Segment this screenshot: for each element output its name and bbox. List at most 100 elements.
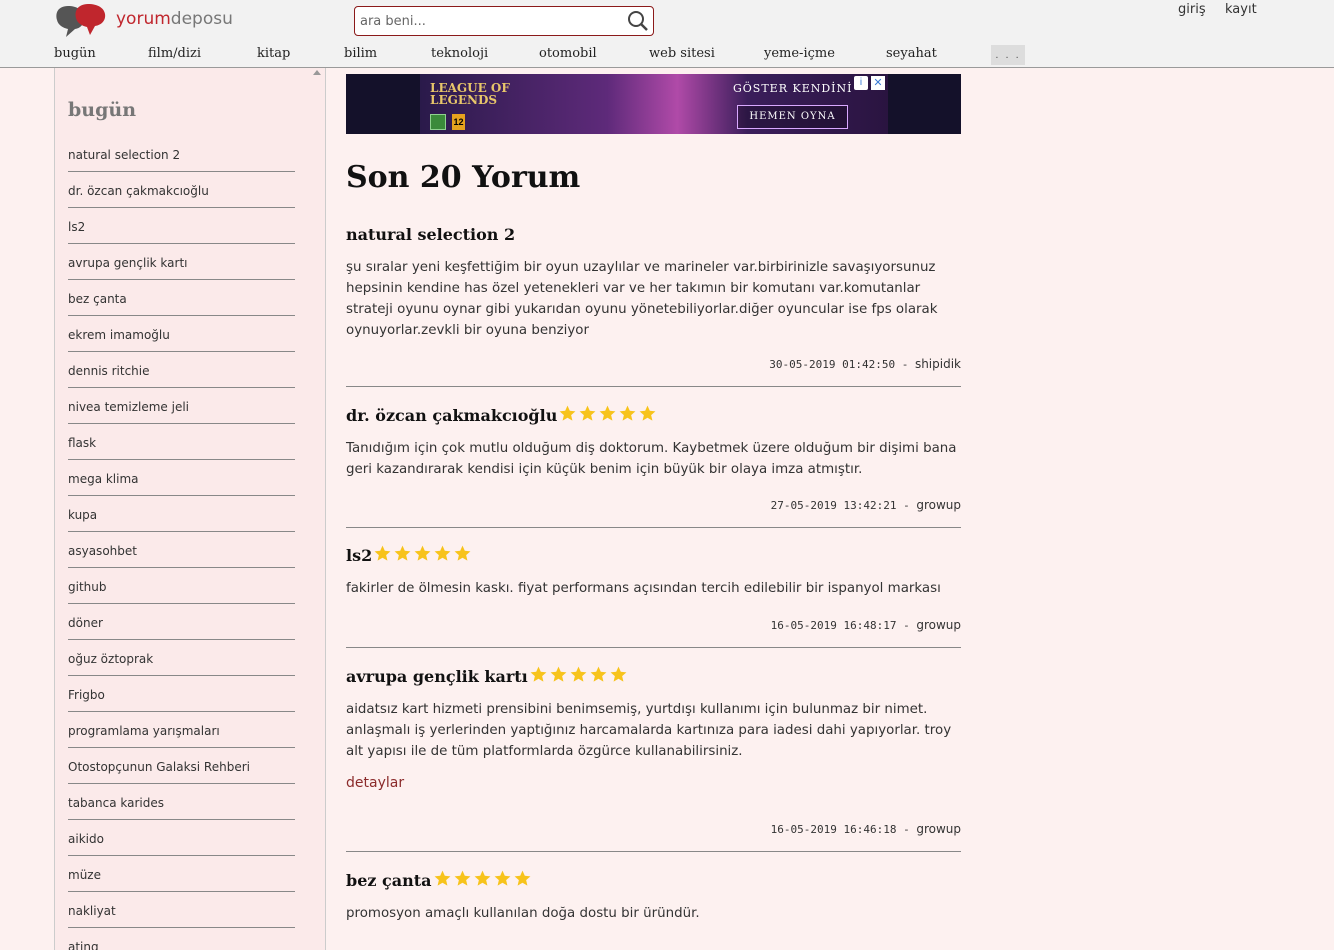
review-user-link[interactable]: growup — [916, 618, 961, 632]
star-icon — [414, 545, 431, 561]
divider — [346, 851, 961, 852]
category-nav: bugün film/dizi kitap bilim teknoloji ot… — [0, 46, 1334, 66]
nav-item-film-dizi[interactable]: film/dizi — [148, 46, 201, 61]
star-icon — [434, 545, 451, 561]
sidebar-item[interactable]: kupa — [68, 496, 295, 532]
sidebar-item[interactable]: döner — [68, 604, 295, 640]
nav-item-bilim[interactable]: bilim — [344, 46, 377, 61]
star-icon — [590, 666, 607, 682]
sidebar-item[interactable]: ating — [68, 928, 295, 950]
star-icon — [639, 405, 656, 421]
review-meta: 30-05-2019 01:42:50 - shipidik — [769, 357, 961, 371]
star-icon — [434, 870, 450, 886]
sidebar-item[interactable]: natural selection 2 — [68, 136, 295, 172]
logo[interactable]: yorumdeposu — [54, 2, 233, 40]
pegi-badge-icon — [430, 114, 446, 130]
star-icon — [474, 870, 490, 886]
search-input[interactable] — [355, 7, 615, 35]
ad-tagline: GÖSTER KENDİNİ — [733, 82, 853, 95]
sidebar-item[interactable]: programlama yarışmaları — [68, 712, 295, 748]
sidebar-item[interactable]: oğuz öztoprak — [68, 640, 295, 676]
review-title[interactable]: dr. özcan çakmakcıoğlu — [346, 403, 961, 425]
star-icon — [454, 870, 470, 886]
page-title: Son 20 Yorum — [346, 160, 581, 195]
sidebar-item[interactable]: bez çanta — [68, 280, 295, 316]
review-item: bez çanta promosyon amaçlı kullanılan do… — [346, 868, 961, 924]
sidebar-item[interactable]: ekrem imamoğlu — [68, 316, 295, 352]
sidebar-item[interactable]: dennis ritchie — [68, 352, 295, 388]
sidebar-item[interactable]: nakliyat — [68, 892, 295, 928]
logo-text: yorumdeposu — [116, 9, 233, 29]
sidebar-item[interactable]: tabanca karides — [68, 784, 295, 820]
sidebar-list: natural selection 2 dr. özcan çakmakcıoğ… — [68, 136, 295, 950]
review-text: şu sıralar yeni keşfettiğim bir oyun uza… — [346, 260, 938, 338]
nav-item-yeme-icme[interactable]: yeme-içme — [764, 46, 835, 61]
details-link[interactable]: detaylar — [346, 775, 961, 791]
star-rating — [373, 544, 473, 563]
review-date: 30-05-2019 01:42:50 — [769, 358, 896, 371]
sidebar-title: bugün — [68, 99, 137, 121]
review-date: 27-05-2019 13:42:21 — [770, 499, 897, 512]
ad-cta-button[interactable]: HEMEN OYNA — [737, 105, 848, 129]
ad-close-icon[interactable]: ✕ — [871, 76, 885, 90]
ad-image[interactable]: LEAGUE OF LEGENDS 12 GÖSTER KENDİNİ HEME… — [420, 74, 888, 134]
review-title[interactable]: bez çanta — [346, 868, 961, 890]
review-user-link[interactable]: shipidik — [915, 357, 961, 371]
sidebar-item[interactable]: github — [68, 568, 295, 604]
ad-banner[interactable]: LEAGUE OF LEGENDS 12 GÖSTER KENDİNİ HEME… — [346, 74, 961, 134]
star-icon — [454, 545, 471, 561]
star-icon — [570, 666, 587, 682]
nav-item-otomobil[interactable]: otomobil — [539, 46, 597, 61]
divider — [346, 527, 961, 528]
review-title[interactable]: natural selection 2 — [346, 222, 961, 244]
star-icon — [494, 870, 510, 886]
star-icon — [610, 666, 627, 682]
star-rating — [529, 665, 629, 684]
sidebar-item[interactable]: Frigbo — [68, 676, 295, 712]
review-user-link[interactable]: growup — [916, 498, 961, 512]
review-item: avrupa gençlik kartı aidatsız kart hizme… — [346, 664, 961, 791]
ad-brand: LEAGUE OF LEGENDS — [430, 81, 510, 107]
sidebar-item[interactable]: flask — [68, 424, 295, 460]
review-item: dr. özcan çakmakcıoğlu Tanıdığım için ço… — [346, 403, 961, 480]
review-date: 16-05-2019 16:46:18 — [770, 823, 897, 836]
sidebar: bugün natural selection 2 dr. özcan çakm… — [54, 68, 326, 950]
sidebar-item[interactable]: ls2 — [68, 208, 295, 244]
speech-bubbles-logo-icon — [56, 4, 106, 37]
review-title[interactable]: ls2 — [346, 543, 961, 565]
meta-separator: - — [903, 619, 910, 632]
nav-item-kitap[interactable]: kitap — [257, 46, 290, 61]
review-text: aidatsız kart hizmeti prensibini benimse… — [346, 702, 952, 759]
review-text: promosyon amaçlı kullanılan doğa dostu b… — [346, 906, 700, 921]
sidebar-item[interactable]: avrupa gençlik kartı — [68, 244, 295, 280]
review-date: 16-05-2019 16:48:17 — [770, 619, 897, 632]
star-icon — [394, 545, 411, 561]
sidebar-item[interactable]: dr. özcan çakmakcıoğlu — [68, 172, 295, 208]
review-item: ls2 fakirler de ölmesin kaskı. fiyat per… — [346, 543, 961, 599]
review-user-link[interactable]: growup — [916, 822, 961, 836]
nav-item-web-sitesi[interactable]: web sitesi — [649, 46, 715, 61]
star-rating — [558, 404, 658, 423]
sidebar-item[interactable]: Otostopçunun Galaksi Rehberi — [68, 748, 295, 784]
sidebar-item[interactable]: aikido — [68, 820, 295, 856]
ad-info-icon[interactable]: i — [854, 76, 868, 90]
nav-item-bugun[interactable]: bugün — [54, 46, 96, 61]
star-icon — [599, 405, 616, 421]
sidebar-item[interactable]: müze — [68, 856, 295, 892]
sidebar-item[interactable]: nivea temizleme jeli — [68, 388, 295, 424]
nav-more-button[interactable]: . . . — [991, 45, 1025, 65]
register-link[interactable]: kayıt — [1225, 2, 1257, 17]
nav-item-seyahat[interactable]: seyahat — [886, 46, 937, 61]
nav-item-teknoloji[interactable]: teknoloji — [431, 46, 488, 61]
search-icon[interactable] — [627, 10, 649, 32]
sidebar-item[interactable]: mega klima — [68, 460, 295, 496]
star-icon — [530, 666, 547, 682]
login-link[interactable]: giriş — [1178, 2, 1206, 17]
review-text: fakirler de ölmesin kaskı. fiyat perform… — [346, 581, 941, 596]
scroll-up-arrow-icon[interactable] — [313, 70, 321, 75]
star-icon — [374, 545, 391, 561]
review-title[interactable]: avrupa gençlik kartı — [346, 664, 961, 686]
sidebar-item[interactable]: asyasohbet — [68, 532, 295, 568]
star-icon — [514, 870, 530, 886]
star-icon — [550, 666, 567, 682]
